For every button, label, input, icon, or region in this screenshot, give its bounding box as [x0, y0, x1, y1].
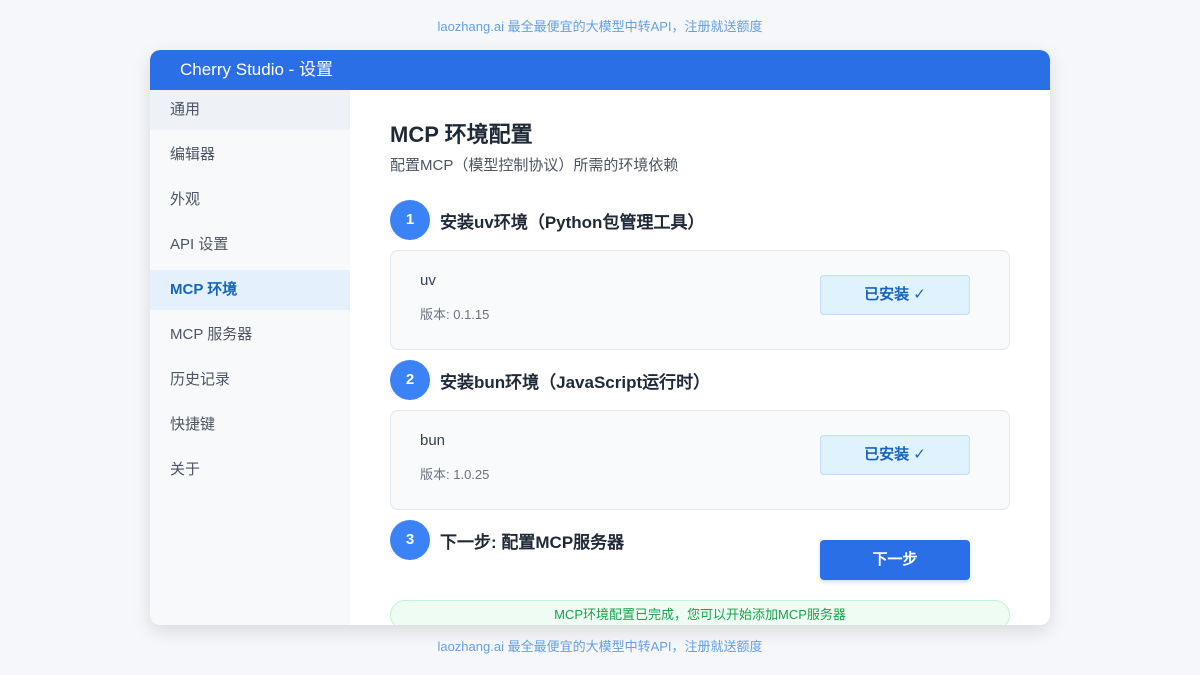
sidebar-item-history[interactable]: 历史记录	[150, 360, 350, 400]
bun-version: 版本: 1.0.25	[420, 464, 489, 483]
sidebar-item-editor[interactable]: 编辑器	[150, 135, 350, 175]
sidebar-item-mcp-environment[interactable]: MCP 环境	[150, 270, 350, 310]
step-3-number: 3	[390, 520, 430, 560]
step-1-number: 1	[390, 200, 430, 240]
sidebar: 通用 编辑器 外观 API 设置 MCP 环境 MCP 服务器 历史记录 快捷键…	[150, 90, 350, 625]
step-2-number: 2	[390, 360, 430, 400]
main-content: MCP 环境配置 配置MCP（模型控制协议）所需的环境依赖 1 安装uv环境（P…	[350, 90, 1050, 625]
window-title: Cherry Studio - 设置	[150, 50, 1050, 90]
page-title: MCP 环境配置	[390, 117, 533, 149]
uv-tool-name: uv	[420, 272, 436, 289]
sidebar-item-appearance[interactable]: 外观	[150, 180, 350, 220]
watermark-top: laozhang.ai 最全最便宜的大模型中转API，注册就送额度	[0, 16, 1200, 35]
uv-card: uv 版本: 0.1.15 已安装 ✓	[390, 250, 1010, 350]
watermark-bottom: laozhang.ai 最全最便宜的大模型中转API，注册就送额度	[0, 636, 1200, 655]
bun-card: bun 版本: 1.0.25 已安装 ✓	[390, 410, 1010, 510]
uv-version: 版本: 0.1.15	[420, 304, 489, 323]
step-1-title: 安装uv环境（Python包管理工具）	[440, 208, 704, 233]
uv-installed-button[interactable]: 已安装 ✓	[820, 275, 970, 315]
step-3-title: 下一步: 配置MCP服务器	[440, 528, 624, 553]
sidebar-item-general[interactable]: 通用	[150, 90, 350, 130]
success-message: MCP环境配置已完成，您可以开始添加MCP服务器	[390, 600, 1010, 625]
page-subtitle: 配置MCP（模型控制协议）所需的环境依赖	[390, 154, 678, 175]
sidebar-item-shortcuts[interactable]: 快捷键	[150, 405, 350, 445]
step-2-title: 安装bun环境（JavaScript运行时）	[440, 368, 710, 393]
sidebar-item-api-settings[interactable]: API 设置	[150, 225, 350, 265]
bun-installed-button[interactable]: 已安装 ✓	[820, 435, 970, 475]
sidebar-item-mcp-servers[interactable]: MCP 服务器	[150, 315, 350, 355]
settings-window: Cherry Studio - 设置 通用 编辑器 外观 API 设置 MCP …	[150, 50, 1050, 625]
next-step-button[interactable]: 下一步	[820, 540, 970, 580]
bun-tool-name: bun	[420, 432, 445, 449]
sidebar-item-about[interactable]: 关于	[150, 450, 350, 490]
